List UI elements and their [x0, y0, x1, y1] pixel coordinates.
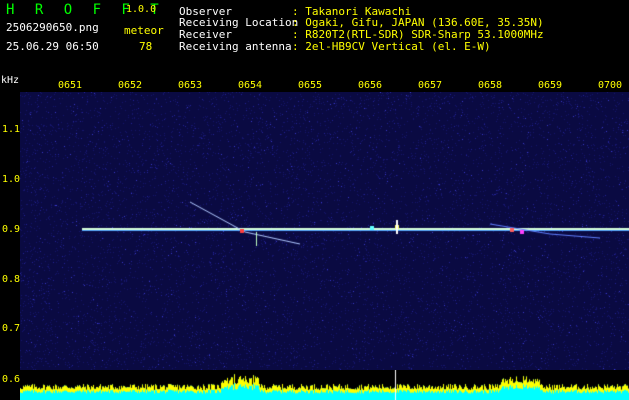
- time-tick-label: 0659: [538, 80, 563, 91]
- spectrogram-canvas: [20, 92, 629, 370]
- time-tick-label: 0651: [58, 80, 83, 91]
- time-tick-label: 0653: [178, 80, 203, 91]
- time-tick-label: 0657: [418, 80, 443, 91]
- freq-tick-label: 0.9: [2, 224, 21, 235]
- info-label-receiver: Receiver: [179, 28, 232, 41]
- info-label-location: Receiving Location: [179, 16, 299, 29]
- amplitude-band: [20, 370, 629, 400]
- freq-tick-label: 1.0: [2, 174, 21, 185]
- freq-tick-label: 0.8: [2, 274, 21, 285]
- time-tick-label: 0652: [118, 80, 143, 91]
- file-name: 2506290650.png: [6, 21, 99, 34]
- info-label-antenna: Receiving antenna: [179, 40, 292, 53]
- freq-tick-label: 1.1: [2, 124, 21, 135]
- app-version: 1.0.0: [126, 4, 157, 15]
- freq-tick-label: 0.7: [2, 323, 21, 334]
- time-tick-label: 0656: [358, 80, 383, 91]
- info-value-antenna: : 2el-HB9CV Vertical (el. E-W): [292, 40, 491, 53]
- time-tick-label: 0654: [238, 80, 263, 91]
- spectrogram-plot: [20, 92, 629, 370]
- meteor-label: meteor: [124, 24, 164, 37]
- info-value-location: : Ogaki, Gifu, JAPAN (136.60E, 35.35N): [292, 16, 544, 29]
- time-tick-label: 0655: [298, 80, 323, 91]
- date-time: 25.06.29 06:50: [6, 40, 99, 53]
- freq-tick-label: 0.6: [2, 374, 21, 385]
- time-tick-label: 0658: [478, 80, 503, 91]
- khz-unit-label: kHz: [1, 75, 20, 86]
- info-value-receiver: : R820T2(RTL-SDR) SDR-Sharp 53.1000MHz: [292, 28, 544, 41]
- meteor-count: 78: [139, 40, 153, 53]
- time-tick-label: 0700: [598, 80, 623, 91]
